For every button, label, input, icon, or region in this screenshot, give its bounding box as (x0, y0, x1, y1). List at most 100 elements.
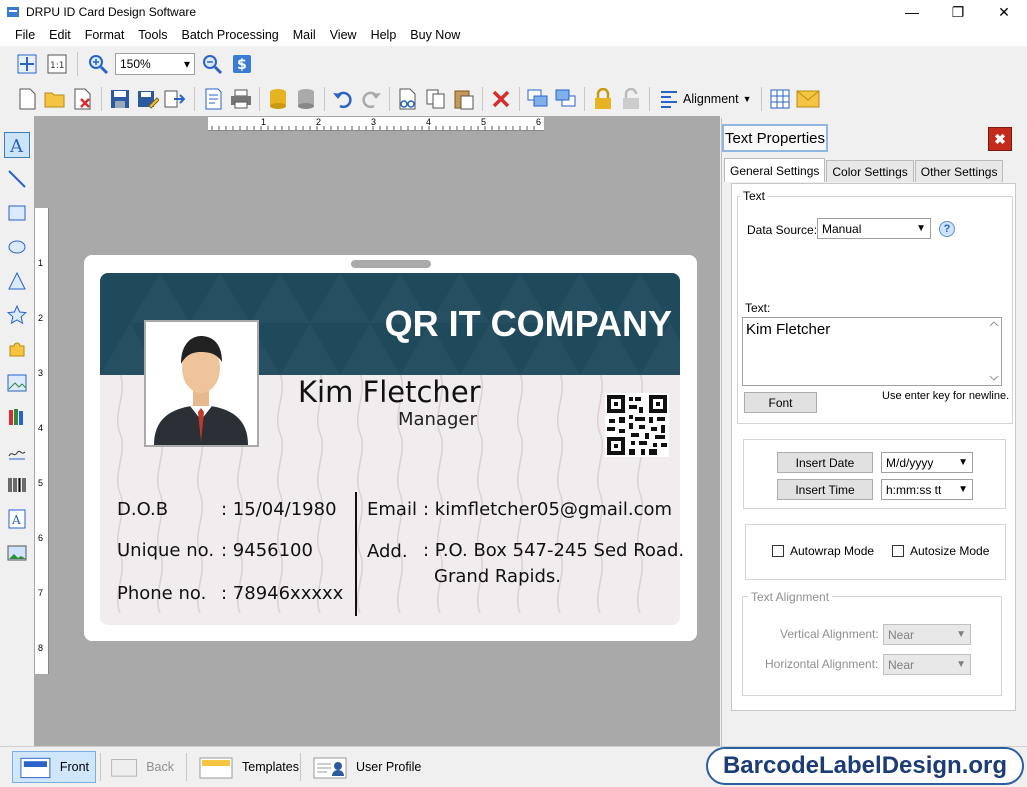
textarea-scrollbar[interactable] (988, 319, 1000, 383)
line-tool-icon[interactable] (4, 166, 30, 192)
bring-front-icon[interactable] (525, 86, 551, 112)
unique-no-value[interactable]: : 9456100 (221, 540, 313, 561)
delete-icon[interactable] (488, 86, 514, 112)
rectangle-tool-icon[interactable] (4, 200, 30, 226)
svg-text:A: A (9, 136, 24, 155)
card-divider (355, 492, 357, 616)
qr-code-icon[interactable] (605, 393, 669, 457)
text-label: Text: (745, 301, 771, 315)
cut-icon[interactable] (395, 86, 421, 112)
phone-value[interactable]: : 78946xxxxx (221, 583, 343, 604)
grid-icon[interactable] (767, 86, 793, 112)
triangle-tool-icon[interactable] (4, 268, 30, 294)
menu-tools[interactable]: Tools (131, 28, 174, 42)
panel-title: Text Properties (722, 124, 828, 152)
send-back-icon[interactable] (553, 86, 579, 112)
signature-tool-icon[interactable] (4, 438, 30, 464)
save-as-icon[interactable] (135, 86, 161, 112)
alignment-dropdown[interactable]: Alignment ▼ (655, 90, 756, 108)
text-tool-icon[interactable]: A (4, 132, 30, 158)
chevron-down-icon: ▼ (956, 629, 966, 640)
font-button[interactable]: Font (744, 392, 817, 413)
menu-mail[interactable]: Mail (286, 28, 323, 42)
menu-buy-now[interactable]: Buy Now (403, 28, 467, 42)
address-line-2[interactable]: Grand Rapids. (434, 566, 561, 587)
back-label: Back (146, 760, 174, 774)
picture-tool-icon[interactable] (4, 540, 30, 566)
user-profile-button[interactable]: User Profile (306, 751, 427, 783)
email-label[interactable]: Email (367, 499, 417, 520)
menu-file[interactable]: File (8, 28, 42, 42)
employee-role[interactable]: Manager (398, 409, 477, 430)
paste-icon[interactable] (451, 86, 477, 112)
menu-format[interactable]: Format (78, 28, 132, 42)
dollar-icon[interactable]: $ (229, 51, 255, 77)
templates-button[interactable]: Templates (192, 751, 305, 783)
undo-icon[interactable] (330, 86, 356, 112)
address-label[interactable]: Add. (367, 541, 408, 562)
svg-text:A: A (11, 513, 21, 527)
ruler-label: 4 (426, 117, 432, 127)
ruler-label: 5 (38, 478, 44, 488)
maximize-button[interactable]: ❐ (935, 0, 981, 24)
company-name[interactable]: QR IT COMPANY (385, 303, 672, 345)
employee-photo[interactable] (144, 320, 259, 447)
close-file-icon[interactable] (70, 86, 96, 112)
autosize-checkbox[interactable]: Autosize Mode (892, 544, 989, 558)
open-folder-icon[interactable] (42, 86, 68, 112)
redo-icon[interactable] (358, 86, 384, 112)
email-value[interactable]: : kimfletcher05@gmail.com (423, 499, 672, 520)
tab-other-settings[interactable]: Other Settings (914, 160, 1004, 182)
dob-value[interactable]: : 15/04/1980 (221, 499, 337, 520)
date-format-select[interactable]: M/d/yyyy ▼ (881, 452, 973, 473)
puzzle-tool-icon[interactable] (4, 336, 30, 362)
image-tool-icon[interactable] (4, 370, 30, 396)
new-file-icon[interactable] (14, 86, 40, 112)
fit-to-window-icon[interactable] (14, 51, 40, 77)
employee-name[interactable]: Kim Fletcher (298, 375, 481, 409)
close-panel-button[interactable]: ✖ (988, 127, 1012, 151)
actual-size-icon[interactable]: 1:1 (44, 51, 70, 77)
help-icon[interactable]: ? (939, 221, 955, 237)
horizontal-alignment-select[interactable]: Near ▼ (883, 654, 971, 675)
back-button[interactable]: Back (104, 751, 180, 783)
barcode-tool-icon[interactable] (4, 472, 30, 498)
unique-no-label[interactable]: Unique no. (117, 540, 214, 561)
minimize-button[interactable]: — (889, 0, 935, 24)
ellipse-tool-icon[interactable] (4, 234, 30, 260)
insert-time-button[interactable]: Insert Time (777, 479, 873, 500)
front-button[interactable]: Front (12, 751, 96, 783)
properties-icon[interactable] (200, 86, 226, 112)
time-format-select[interactable]: h:mm:ss tt ▼ (881, 479, 973, 500)
library-tool-icon[interactable] (4, 404, 30, 430)
save-icon[interactable] (107, 86, 133, 112)
tab-color-settings[interactable]: Color Settings (826, 160, 914, 182)
database-icon[interactable] (265, 86, 291, 112)
copy-icon[interactable] (423, 86, 449, 112)
menu-edit[interactable]: Edit (42, 28, 78, 42)
star-tool-icon[interactable] (4, 302, 30, 328)
dob-label[interactable]: D.O.B (117, 499, 168, 520)
mail-icon[interactable] (795, 86, 821, 112)
phone-label[interactable]: Phone no. (117, 583, 206, 604)
zoom-out-icon[interactable] (199, 51, 225, 77)
text-input[interactable]: Kim Fletcher (742, 317, 1002, 386)
print-icon[interactable] (228, 86, 254, 112)
vertical-alignment-select[interactable]: Near ▼ (883, 624, 971, 645)
insert-date-button[interactable]: Insert Date (777, 452, 873, 473)
database-gray-icon[interactable] (293, 86, 319, 112)
lock-icon[interactable] (590, 86, 616, 112)
menu-view[interactable]: View (323, 28, 364, 42)
zoom-in-icon[interactable] (85, 51, 111, 77)
address-line-1[interactable]: : P.O. Box 547-245 Sed Road. (423, 540, 684, 561)
autowrap-checkbox[interactable]: Autowrap Mode (772, 544, 874, 558)
zoom-select[interactable]: 150% ▾ (115, 53, 195, 75)
watermark-tool-icon[interactable]: A (4, 506, 30, 532)
menu-help[interactable]: Help (364, 28, 404, 42)
menu-batch-processing[interactable]: Batch Processing (174, 28, 285, 42)
close-window-button[interactable]: ✕ (981, 0, 1027, 24)
data-source-select[interactable]: Manual ▼ (817, 218, 931, 239)
export-icon[interactable] (163, 86, 189, 112)
unlock-icon[interactable] (618, 86, 644, 112)
tab-general-settings[interactable]: General Settings (724, 158, 826, 182)
